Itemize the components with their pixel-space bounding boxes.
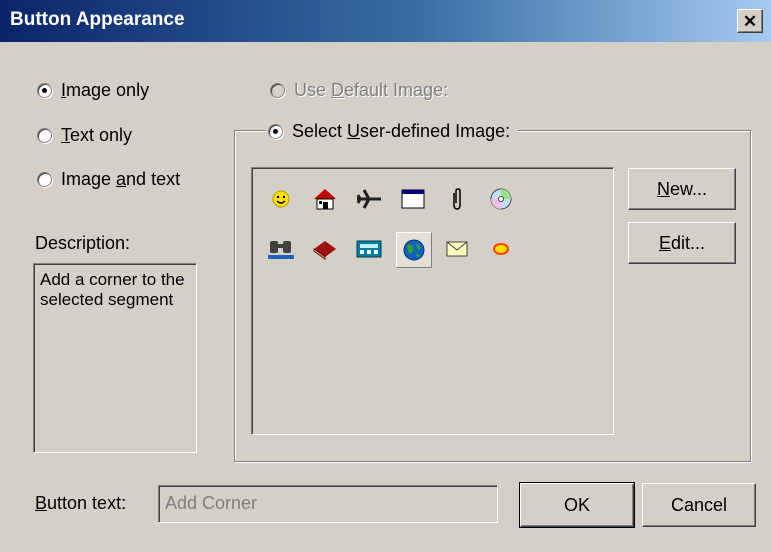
new-button-label: New...: [656, 178, 708, 199]
radio-label: Use Default Image:: [294, 80, 449, 100]
airplane-icon[interactable]: [352, 182, 386, 216]
radio-label: Text only: [61, 125, 133, 145]
radio-label: Image and text: [61, 169, 181, 189]
window-icon[interactable]: [396, 182, 430, 216]
smiley-icon[interactable]: [264, 182, 298, 216]
radio-button-icon: [37, 172, 52, 187]
house-icon[interactable]: [308, 182, 342, 216]
globe-icon[interactable]: [396, 232, 432, 268]
button-text-label: Button text:: [35, 493, 127, 513]
radio-use-default-image[interactable]: Use Default Image:: [270, 80, 448, 101]
envelope-icon[interactable]: [440, 232, 474, 266]
radio-image-and-text[interactable]: Image and text: [37, 169, 180, 190]
calculator-icon[interactable]: [352, 232, 386, 266]
radio-select-user-image[interactable]: Select User-defined Image:: [266, 121, 519, 142]
description-text: Add a corner to the selected segment: [33, 263, 197, 453]
radio-text-only[interactable]: Text only: [37, 125, 132, 146]
radio-label: Image only: [61, 80, 150, 100]
ok-button[interactable]: OK: [519, 482, 635, 528]
radio-label: Select User-defined Image:: [292, 121, 511, 141]
edit-button-label: Edit...: [658, 232, 706, 253]
close-button[interactable]: ✕: [737, 9, 763, 33]
dialog-title: Button Appearance: [10, 9, 185, 30]
button-appearance-dialog: Button Appearance ✕ Image only Text only…: [0, 0, 771, 552]
title-bar[interactable]: Button Appearance ✕: [0, 0, 771, 42]
shape-icon[interactable]: [484, 232, 518, 266]
image-list: [251, 167, 614, 435]
new-image-button[interactable]: New...: [628, 168, 736, 210]
radio-image-only[interactable]: Image only: [37, 80, 149, 101]
radio-button-icon: [37, 128, 52, 143]
radio-button-icon: [268, 124, 283, 139]
close-icon: ✕: [742, 11, 758, 31]
cancel-button[interactable]: Cancel: [642, 483, 756, 527]
button-text-input[interactable]: Add Corner: [158, 485, 498, 523]
edit-image-button[interactable]: Edit...: [628, 222, 736, 264]
book-icon[interactable]: [308, 232, 342, 266]
description-label: Description:: [35, 233, 131, 253]
radio-button-icon: [270, 83, 285, 98]
cd-icon[interactable]: [484, 182, 518, 216]
radio-button-icon: [37, 83, 52, 98]
paperclip-icon[interactable]: [440, 182, 474, 216]
binoculars-icon[interactable]: [264, 232, 298, 266]
